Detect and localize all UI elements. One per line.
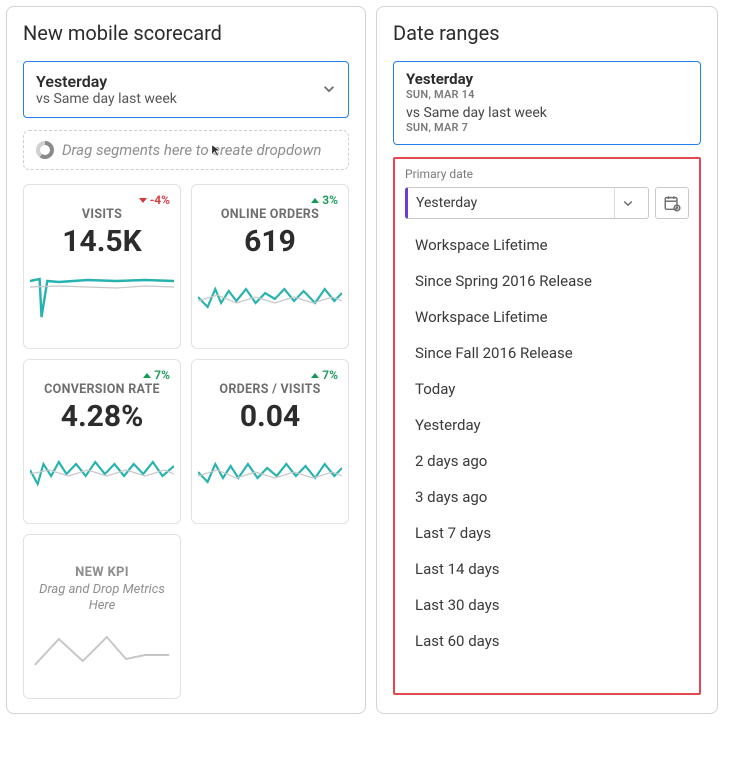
summary-compare: vs Same day last week [406,105,688,121]
metric-label: ONLINE ORDERS [198,207,342,222]
date-option[interactable]: Last 60 days [405,623,689,659]
date-option[interactable]: Today [405,371,689,407]
primary-date-label: Primary date [405,167,689,181]
date-range-summary[interactable]: Yesterday SUN, MAR 14 vs Same day last w… [393,61,701,145]
date-option[interactable]: Since Spring 2016 Release [405,263,689,299]
metric-value: 14.5K [30,224,174,259]
date-option[interactable]: 2 days ago [405,443,689,479]
primary-date-select[interactable]: Yesterday [405,187,649,219]
date-option[interactable]: Last 30 days [405,587,689,623]
segment-icon [36,141,54,159]
cursor-icon [210,143,224,161]
summary-compare-date: SUN, MAR 7 [406,121,688,134]
date-option[interactable]: Workspace Lifetime [405,227,689,263]
metric-card-new-kpi[interactable]: NEW KPI Drag and Drop Metrics Here [23,534,181,699]
chevron-down-icon [322,80,336,99]
new-kpi-label: NEW KPI [30,565,174,580]
date-option[interactable]: Since Fall 2016 Release [405,335,689,371]
date-option[interactable]: 3 days ago [405,479,689,515]
delta-badge: 3% [311,193,338,207]
metric-card-online-orders[interactable]: 3% ONLINE ORDERS 619 [191,184,349,349]
calendar-add-button[interactable] [655,187,689,219]
metric-label: ORDERS / VISITS [198,382,342,397]
summary-primary: Yesterday [406,70,688,88]
scorecard-panel: New mobile scorecard Yesterday vs Same d… [6,6,366,714]
metric-value: 0.04 [198,399,342,434]
metric-card-orders-visits[interactable]: 7% ORDERS / VISITS 0.04 [191,359,349,524]
metric-card-conversion-rate[interactable]: 7% CONVERSION RATE 4.28% [23,359,181,524]
new-kpi-hint: Drag and Drop Metrics Here [30,582,174,615]
date-option[interactable]: Workspace Lifetime [405,299,689,335]
metric-cards-grid: -4% VISITS 14.5K 3% ONLINE ORDERS 619 [23,184,349,699]
delta-badge: -4% [139,193,170,207]
metric-label: CONVERSION RATE [30,382,174,397]
sparkline [198,267,342,323]
metric-value: 619 [198,224,342,259]
date-selector-main: Yesterday [36,72,336,91]
metric-card-visits[interactable]: -4% VISITS 14.5K [23,184,181,349]
sparkline [30,267,174,323]
delta-badge: 7% [143,368,170,382]
sparkline [30,442,174,498]
date-ranges-title: Date ranges [393,21,701,45]
segment-drop-hint: Drag segments here to create dropdown [62,141,321,159]
date-option[interactable]: Yesterday [405,407,689,443]
segment-dropzone[interactable]: Drag segments here to create dropdown [23,130,349,170]
primary-date-block: Primary date Yesterday [393,157,701,695]
summary-primary-date: SUN, MAR 14 [406,88,688,101]
date-selector-sub: vs Same day last week [36,91,336,107]
date-option[interactable]: Last 7 days [405,515,689,551]
metric-value: 4.28% [30,399,174,434]
chevron-down-icon [614,188,640,218]
date-range-selector[interactable]: Yesterday vs Same day last week [23,61,349,118]
placeholder-sparkline [30,625,174,673]
metric-label: VISITS [30,207,174,222]
date-option[interactable]: Last 14 days [405,551,689,587]
primary-date-options: Workspace Lifetime Since Spring 2016 Rel… [405,227,689,689]
sparkline [198,442,342,498]
scorecard-title: New mobile scorecard [23,21,349,45]
delta-badge: 7% [311,368,338,382]
date-ranges-panel: Date ranges Yesterday SUN, MAR 14 vs Sam… [376,6,718,714]
primary-date-selected: Yesterday [416,195,477,211]
